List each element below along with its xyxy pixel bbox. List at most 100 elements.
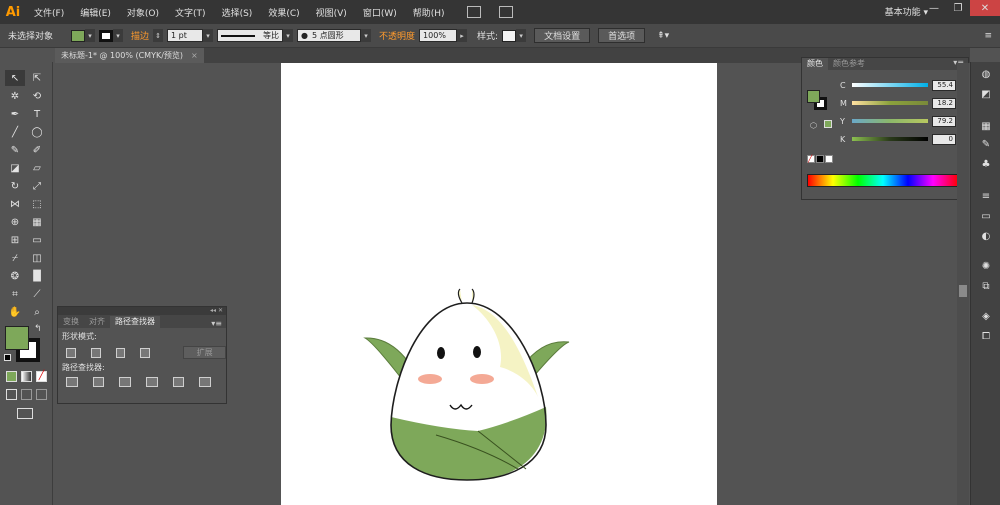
black-value[interactable]: 0 xyxy=(932,133,956,145)
hand-tool-icon[interactable]: ✋ xyxy=(5,304,25,320)
stroke-link[interactable]: 描边 xyxy=(131,29,149,42)
trim-icon[interactable] xyxy=(92,377,105,387)
minus-back-icon[interactable] xyxy=(199,377,212,387)
web-safe-swatch[interactable] xyxy=(824,120,832,128)
symbol-sprayer-tool-icon[interactable]: ❂ xyxy=(5,268,25,284)
brush-field[interactable]: ● 5 点圆形 xyxy=(297,29,362,42)
tab-pathfinder[interactable]: 路径查找器 xyxy=(110,316,160,328)
cyan-slider[interactable] xyxy=(852,83,928,87)
gradient-dock-icon[interactable]: ▭ xyxy=(979,210,993,222)
line-tool-icon[interactable]: ╱ xyxy=(5,124,25,140)
out-of-gamut-icon[interactable]: ⬡ xyxy=(810,121,817,130)
graphic-style-dropdown[interactable]: ▾ xyxy=(516,29,527,42)
ellipse-tool-icon[interactable]: ◯ xyxy=(27,124,47,140)
color-spectrum-bar[interactable] xyxy=(807,174,959,187)
crop-icon[interactable] xyxy=(146,377,158,387)
fill-color-box[interactable] xyxy=(5,326,29,350)
pen-tool-icon[interactable]: ✒ xyxy=(5,106,25,122)
menu-view[interactable]: 视图(V) xyxy=(308,6,355,19)
intersect-icon[interactable] xyxy=(115,347,126,358)
swap-colors-icon[interactable]: ↰ xyxy=(34,324,42,334)
divide-icon[interactable] xyxy=(66,377,78,387)
blend-tool-icon[interactable]: ◫ xyxy=(27,250,47,266)
arrange-icon[interactable]: ⇞▾ xyxy=(657,31,669,41)
fill-swatch[interactable] xyxy=(71,29,86,42)
paintbrush-tool-icon[interactable]: ✎ xyxy=(5,142,25,158)
width-tool-icon[interactable]: ⋈ xyxy=(5,196,25,212)
direct-selection-tool-icon[interactable]: ⇱ xyxy=(27,70,47,86)
stroke-profile-dropdown[interactable]: ▾ xyxy=(283,29,294,42)
stroke-weight-dropdown[interactable]: ▾ xyxy=(203,29,214,42)
draw-behind-icon[interactable] xyxy=(21,389,32,400)
rotate-tool-icon[interactable]: ↻ xyxy=(5,178,25,194)
perspective-grid-tool-icon[interactable]: ▦ xyxy=(27,214,47,230)
exclude-icon[interactable] xyxy=(140,347,151,358)
magic-wand-tool-icon[interactable]: ✲ xyxy=(5,88,25,104)
scale-tool-icon[interactable]: ⤢ xyxy=(27,178,47,194)
opacity-field[interactable]: 100% xyxy=(419,29,458,42)
menu-window[interactable]: 窗口(W) xyxy=(355,6,405,19)
menu-select[interactable]: 选择(S) xyxy=(214,6,261,19)
panel-menu-icon[interactable]: ▾≡ xyxy=(211,319,222,328)
artboards-dock-icon[interactable]: ⧠ xyxy=(979,330,993,342)
color-panel-fill-box[interactable] xyxy=(807,90,820,103)
minimize-button[interactable]: — xyxy=(922,0,946,16)
fill-dropdown-arrow[interactable]: ▾ xyxy=(85,29,96,42)
white-swatch[interactable] xyxy=(825,155,833,163)
free-transform-tool-icon[interactable]: ⬚ xyxy=(27,196,47,212)
expand-button[interactable]: 扩展 xyxy=(183,346,227,359)
color-guide-dock-icon[interactable]: ◩ xyxy=(979,88,993,100)
bridge-icon[interactable] xyxy=(466,6,481,18)
symbols-dock-icon[interactable]: ♣ xyxy=(979,158,993,170)
opacity-link[interactable]: 不透明度 xyxy=(379,29,415,42)
stroke-dropdown-arrow[interactable]: ▾ xyxy=(113,29,124,42)
stroke-profile-field[interactable]: 等比 xyxy=(217,29,284,42)
preferences-button[interactable]: 首选项 xyxy=(598,28,646,43)
shape-builder-tool-icon[interactable]: ⊕ xyxy=(5,214,25,230)
tab-color-guide[interactable]: 颜色参考 xyxy=(828,58,870,70)
menu-file[interactable]: 文件(F) xyxy=(26,6,72,19)
yellow-value[interactable]: 79.2 xyxy=(932,115,956,127)
none-mode-icon[interactable]: ╱ xyxy=(36,371,47,382)
color-mode-icon[interactable] xyxy=(6,371,17,382)
screen-mode-icon[interactable] xyxy=(17,408,33,419)
menu-help[interactable]: 帮助(H) xyxy=(405,6,453,19)
merge-icon[interactable] xyxy=(119,377,132,387)
magenta-value[interactable]: 18.2 xyxy=(932,97,956,109)
gradient-mode-icon[interactable] xyxy=(21,371,32,382)
stroke-weight-stepper[interactable]: ⇕ xyxy=(153,29,164,42)
color-panel-dock-icon[interactable]: ◍ xyxy=(979,68,993,80)
brush-dropdown[interactable]: ▾ xyxy=(361,29,372,42)
gradient-tool-icon[interactable]: ▭ xyxy=(27,232,47,248)
menu-edit[interactable]: 编辑(E) xyxy=(72,6,119,19)
default-colors-icon[interactable] xyxy=(4,354,11,361)
outline-icon[interactable] xyxy=(172,377,185,387)
transparency-dock-icon[interactable]: ◐ xyxy=(979,230,993,242)
lasso-tool-icon[interactable]: ⟲ xyxy=(27,88,47,104)
eyedropper-tool-icon[interactable]: ⌿ xyxy=(5,250,25,266)
vertical-scroll-thumb[interactable] xyxy=(959,285,967,297)
stroke-dock-icon[interactable]: ≡ xyxy=(979,190,993,202)
slice-tool-icon[interactable]: ⟋ xyxy=(27,286,47,302)
document-tab[interactable]: 未标题-1* @ 100% (CMYK/预览) × xyxy=(55,48,204,63)
none-swatch[interactable]: ╱ xyxy=(807,155,815,163)
layers-dock-icon[interactable]: ◈ xyxy=(979,310,993,322)
graphic-styles-dock-icon[interactable]: ⧉ xyxy=(979,280,993,292)
document-setup-button[interactable]: 文档设置 xyxy=(534,28,591,43)
black-slider[interactable] xyxy=(852,137,928,141)
brushes-dock-icon[interactable]: ✎ xyxy=(979,138,993,150)
stroke-swatch[interactable] xyxy=(99,29,114,42)
opacity-dropdown[interactable]: ▸ xyxy=(457,29,468,42)
mesh-tool-icon[interactable]: ⊞ xyxy=(5,232,25,248)
tab-color[interactable]: 颜色 xyxy=(802,58,828,70)
draw-inside-icon[interactable] xyxy=(36,389,47,400)
menu-effect[interactable]: 效果(C) xyxy=(260,6,307,19)
menu-type[interactable]: 文字(T) xyxy=(167,6,214,19)
black-swatch[interactable] xyxy=(816,155,824,163)
magenta-slider[interactable] xyxy=(852,101,928,105)
document-tab-close-icon[interactable]: × xyxy=(191,51,198,60)
stroke-weight-field[interactable]: 1 pt xyxy=(167,29,204,42)
maximize-button[interactable]: ❐ xyxy=(946,0,970,16)
minus-front-icon[interactable] xyxy=(90,347,101,358)
cyan-value[interactable]: 55.4 xyxy=(932,79,956,91)
